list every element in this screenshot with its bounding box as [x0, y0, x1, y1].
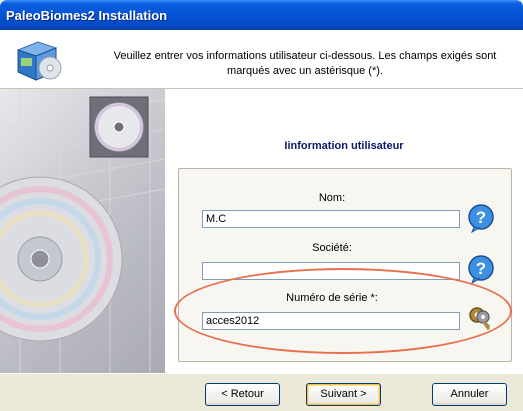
keys-icon	[469, 307, 491, 331]
header-panel: Veuillez entrer vos informations utilisa…	[0, 30, 523, 89]
software-box-icon	[16, 41, 62, 81]
company-label: Société:	[312, 242, 352, 254]
window-title: PaleoBiomes2 Installation	[6, 8, 168, 23]
serial-field[interactable]: acces2012	[202, 312, 460, 330]
company-field[interactable]	[202, 262, 460, 280]
instruction-text: Veuillez entrer vos informations utilisa…	[113, 50, 497, 77]
svg-text:?: ?	[476, 259, 486, 278]
next-button[interactable]: Suivant >	[306, 383, 381, 406]
name-label: Nom:	[318, 192, 346, 204]
serial-label: Numéro de série *:	[286, 292, 378, 304]
cancel-button[interactable]: Annuler	[432, 383, 507, 406]
side-graphic-panel	[0, 89, 165, 373]
title-bar[interactable]: PaleoBiomes2 Installation	[0, 0, 523, 30]
name-field[interactable]: M.C	[202, 210, 460, 228]
help-icon[interactable]: ?	[466, 254, 496, 284]
section-title: Iinformation utilisateur	[284, 140, 404, 152]
back-button[interactable]: < Retour	[205, 383, 280, 406]
cd-artwork	[0, 89, 165, 373]
svg-text:?: ?	[476, 208, 486, 227]
help-icon[interactable]: ?	[466, 203, 496, 233]
